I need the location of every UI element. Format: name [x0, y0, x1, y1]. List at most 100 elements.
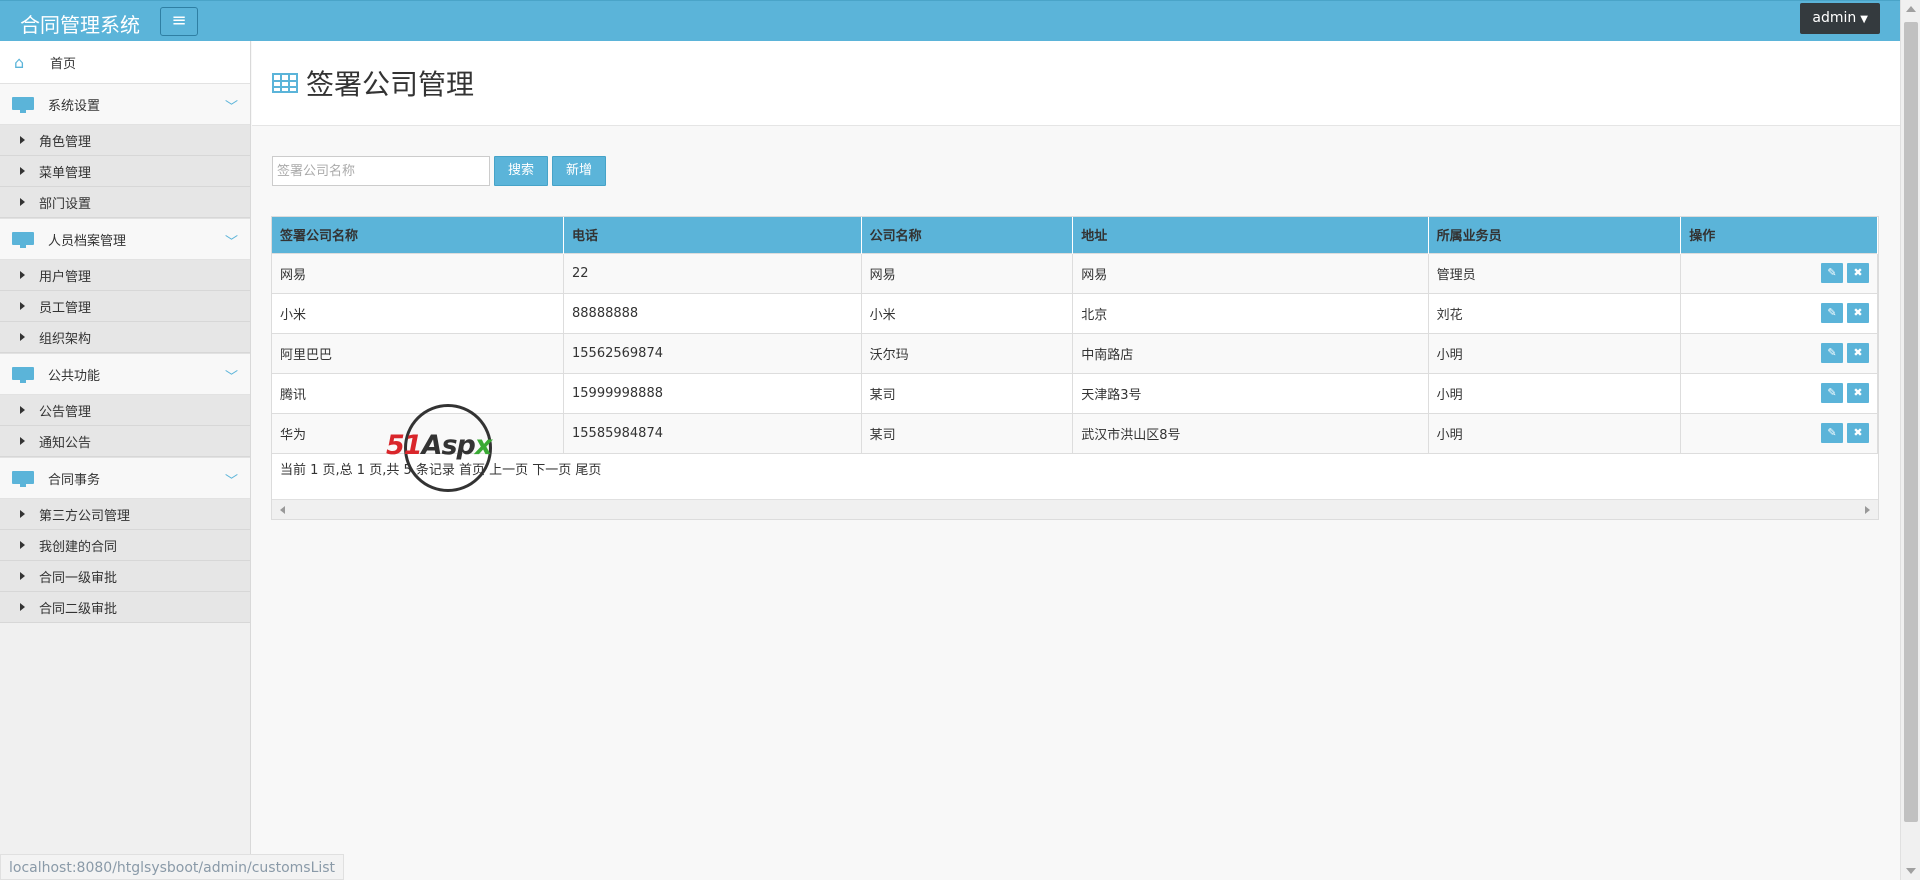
- caret-right-icon: [20, 198, 25, 206]
- search-button[interactable]: 搜索: [494, 156, 549, 186]
- close-icon[interactable]: ✖: [1847, 383, 1869, 403]
- table-cell: 22: [563, 252, 862, 293]
- scroll-down-icon[interactable]: [1906, 868, 1916, 874]
- edit-icon[interactable]: ✎: [1821, 343, 1843, 363]
- table-cell: 网易: [272, 252, 564, 293]
- edit-icon[interactable]: ✎: [1821, 423, 1843, 444]
- desktop-icon: [12, 97, 34, 113]
- horizontal-scrollbar[interactable]: [272, 499, 1878, 519]
- sidebar-group-system-settings[interactable]: 系统设置 ﹀: [0, 83, 250, 125]
- sidebar-group-label: 公共功能: [48, 368, 101, 384]
- sidebar-item-label: 合同二级审批: [39, 601, 118, 617]
- caret-right-icon: [20, 167, 25, 175]
- table-cell: 天津路3号: [1072, 372, 1429, 413]
- sidebar-group-contract-affairs[interactable]: 合同事务 ﹀: [0, 457, 250, 499]
- sidebar-item-my-contracts[interactable]: 我创建的合同: [0, 530, 250, 561]
- caret-right-icon: [20, 302, 25, 310]
- vertical-scrollbar[interactable]: [1900, 0, 1920, 880]
- caret-right-icon: [20, 510, 25, 518]
- table-header-row: 签署公司名称 电话 公司名称 地址 所属业务员 操作: [272, 217, 1878, 253]
- sidebar-group-personnel-records[interactable]: 人员档案管理 ﹀: [0, 218, 250, 260]
- scroll-right-icon[interactable]: [1865, 506, 1870, 514]
- sidebar-item-user-management[interactable]: 用户管理: [0, 260, 250, 291]
- table-row: 小米 88888888 小米 北京 刘花 ✎ ✖: [272, 292, 1878, 333]
- page-title: 签署公司管理: [306, 68, 475, 101]
- sidebar-item-label: 公告管理: [39, 404, 92, 420]
- sidebar-item-contract-approval-1[interactable]: 合同一级审批: [0, 561, 250, 592]
- sidebar-item-role-management[interactable]: 角色管理: [0, 125, 250, 156]
- table-cell: 小明: [1428, 332, 1682, 373]
- home-icon: ⌂: [14, 52, 25, 72]
- sidebar: ⌂ 首页 系统设置 ﹀ 角色管理 菜单管理 部门设置 人员档案管理 ﹀ 用户管理…: [0, 41, 251, 880]
- top-navbar: 合同管理系统 ≡ admin ▼: [0, 0, 1900, 41]
- app-brand[interactable]: 合同管理系统: [20, 9, 140, 38]
- sidebar-item-menu-management[interactable]: 菜单管理: [0, 156, 250, 187]
- sidebar-group-label: 人员档案管理: [48, 233, 127, 249]
- column-header-company-name[interactable]: 公司名称: [861, 217, 1074, 253]
- sidebar-item-label: 合同一级审批: [39, 570, 118, 586]
- scrollbar-thumb[interactable]: [1904, 22, 1918, 822]
- sidebar-item-org-structure[interactable]: 组织架构: [0, 322, 250, 353]
- row-actions: ✎ ✖: [1680, 412, 1878, 453]
- sidebar-item-label: 第三方公司管理: [39, 508, 131, 524]
- scroll-up-icon[interactable]: [1906, 6, 1916, 12]
- chevron-down-icon: ﹀: [224, 474, 238, 489]
- sidebar-item-label: 部门设置: [39, 196, 92, 212]
- sidebar-group-label: 合同事务: [48, 472, 101, 488]
- row-actions: ✎ ✖: [1680, 292, 1878, 333]
- column-header-address[interactable]: 地址: [1072, 217, 1429, 253]
- edit-icon[interactable]: ✎: [1821, 263, 1843, 283]
- table-row: 阿里巴巴 15562569874 沃尔玛 中南路店 小明 ✎ ✖: [272, 332, 1878, 373]
- table-cell: 沃尔玛: [861, 332, 1074, 373]
- column-header-signing-company[interactable]: 签署公司名称: [272, 217, 564, 253]
- sidebar-item-contract-approval-2[interactable]: 合同二级审批: [0, 592, 250, 623]
- sidebar-item-announcement-management[interactable]: 公告管理: [0, 395, 250, 426]
- desktop-icon: [12, 471, 34, 487]
- table-cell: 小米: [272, 292, 564, 333]
- caret-right-icon: [20, 271, 25, 279]
- hamburger-icon: ≡: [171, 10, 187, 31]
- sidebar-item-label: 用户管理: [39, 269, 92, 285]
- table-cell: 15999998888: [563, 372, 862, 413]
- user-menu-button[interactable]: admin ▼: [1800, 3, 1880, 34]
- column-header-phone[interactable]: 电话: [563, 217, 862, 253]
- column-header-salesperson[interactable]: 所属业务员: [1428, 217, 1682, 253]
- edit-icon[interactable]: ✎: [1821, 383, 1843, 403]
- column-header-actions: 操作: [1680, 217, 1878, 253]
- table-cell: 武汉市洪山区8号: [1072, 412, 1429, 453]
- close-icon[interactable]: ✖: [1847, 263, 1869, 283]
- caret-right-icon: [20, 572, 25, 580]
- sidebar-group-public-functions[interactable]: 公共功能 ﹀: [0, 353, 250, 395]
- table-cell: 管理员: [1428, 252, 1682, 293]
- caret-right-icon: [20, 603, 25, 611]
- close-icon[interactable]: ✖: [1847, 303, 1869, 323]
- table-cell: 阿里巴巴: [272, 332, 564, 373]
- caret-right-icon: [20, 437, 25, 445]
- status-bar-url: localhost:8080/htglsysboot/admin/customs…: [0, 854, 345, 880]
- caret-right-icon: [20, 541, 25, 549]
- table-cell: 15562569874: [563, 332, 862, 373]
- edit-icon[interactable]: ✎: [1821, 303, 1843, 323]
- sidebar-item-label: 我创建的合同: [39, 539, 118, 555]
- company-name-search-input[interactable]: [272, 156, 490, 186]
- chevron-down-icon: ﹀: [224, 235, 238, 250]
- table-icon: [272, 73, 298, 93]
- close-icon[interactable]: ✖: [1847, 343, 1869, 363]
- add-button[interactable]: 新增: [552, 156, 607, 186]
- sidebar-item-notice[interactable]: 通知公告: [0, 426, 250, 457]
- table-cell: 88888888: [563, 292, 862, 333]
- row-actions: ✎ ✖: [1680, 372, 1878, 413]
- menu-toggle-button[interactable]: ≡: [160, 7, 198, 36]
- caret-right-icon: [20, 136, 25, 144]
- table-cell: 某司: [861, 412, 1074, 453]
- sidebar-item-third-party-companies[interactable]: 第三方公司管理: [0, 499, 250, 530]
- close-icon[interactable]: ✖: [1847, 423, 1869, 444]
- table-cell: 刘花: [1428, 292, 1682, 333]
- sidebar-group-label: 系统设置: [48, 98, 101, 114]
- sidebar-item-department-settings[interactable]: 部门设置: [0, 187, 250, 218]
- scroll-left-icon[interactable]: [280, 506, 285, 514]
- user-name: admin: [1812, 10, 1857, 26]
- sidebar-item-employee-management[interactable]: 员工管理: [0, 291, 250, 322]
- row-actions: ✎ ✖: [1680, 252, 1878, 293]
- sidebar-item-home[interactable]: ⌂ 首页: [0, 41, 250, 83]
